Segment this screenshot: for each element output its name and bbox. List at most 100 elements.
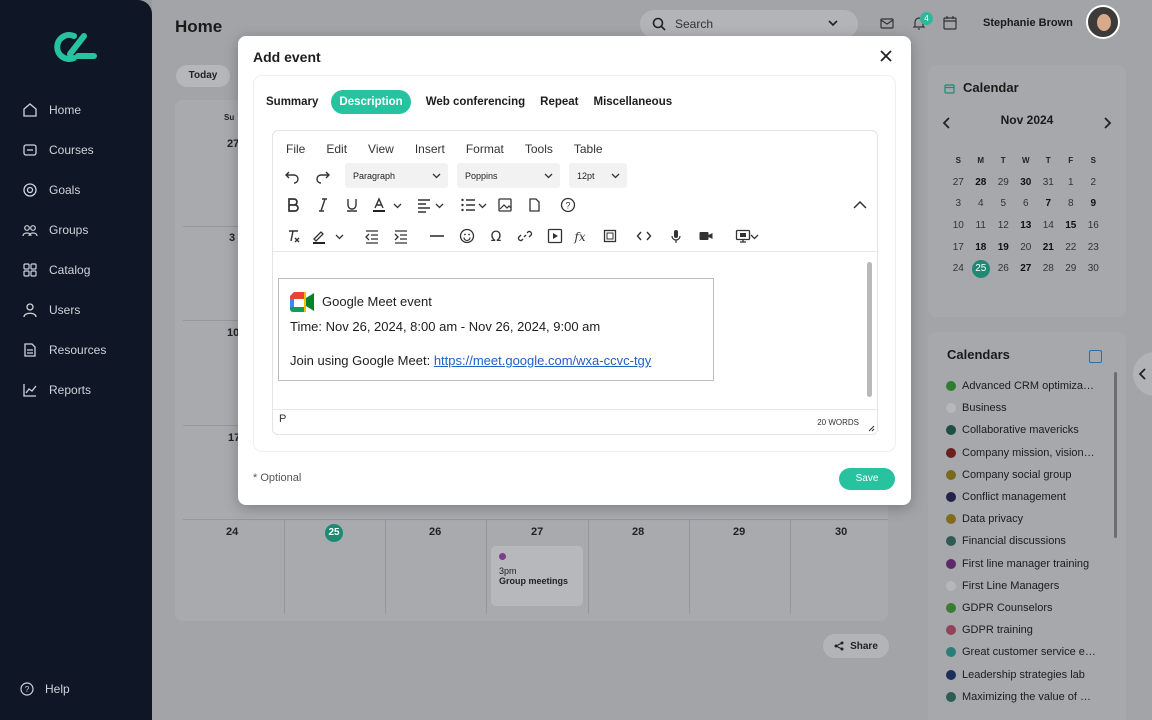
day-number[interactable]: 24 [226,526,238,538]
template-icon[interactable] [602,228,618,244]
calendar-list-item[interactable]: Great customer service e… [946,641,1111,663]
chevron-down-icon[interactable] [750,232,759,241]
mini-day[interactable]: 27 [1015,263,1038,274]
resize-handle-icon[interactable] [868,425,875,432]
bullet-list-icon[interactable] [460,197,476,213]
mini-day[interactable]: 11 [970,220,993,231]
text-color-icon[interactable] [371,197,387,213]
font-size-select[interactable]: 12pt [569,163,627,188]
mini-day[interactable]: 22 [1060,242,1083,253]
day-number[interactable]: 27 [531,526,543,538]
mini-day[interactable]: 2 [1082,177,1105,188]
tab-repeat[interactable]: Repeat [540,90,578,114]
mini-day[interactable]: 24 [947,263,970,274]
mini-day[interactable]: 3 [947,198,970,209]
calendar-list-item[interactable]: Company social group [946,464,1111,486]
menu-edit[interactable]: Edit [326,142,347,156]
sidebar-item-groups[interactable]: Groups [0,210,152,250]
bold-icon[interactable] [285,197,301,213]
video-icon[interactable] [698,228,714,244]
menu-table[interactable]: Table [574,142,603,156]
mini-day[interactable]: 1 [1060,177,1083,188]
mini-day[interactable]: 18 [970,242,993,253]
mini-day[interactable]: 10 [947,220,970,231]
calendar-list-item[interactable]: Maximizing the value of … [946,686,1111,708]
media-icon[interactable] [547,228,563,244]
mini-day[interactable]: 28 [970,177,993,188]
mini-day[interactable]: 19 [992,242,1015,253]
sidebar-item-courses[interactable]: Courses [0,130,152,170]
event-card[interactable]: 3pm Group meetings [491,546,583,606]
calendar-list-item[interactable]: Conflict management [946,486,1111,508]
day-number[interactable]: 28 [632,526,644,538]
mini-day[interactable]: 13 [1015,220,1038,231]
align-left-icon[interactable] [416,197,432,213]
calendar-list-item[interactable]: Financial discussions [946,530,1111,552]
mini-day[interactable]: 28 [1037,263,1060,274]
mini-day[interactable]: 31 [1037,177,1060,188]
editor-content[interactable]: Google Meet event Time: Nov 26, 2024, 8:… [278,278,714,381]
tab-web-conferencing[interactable]: Web conferencing [426,90,525,114]
meet-join-link[interactable]: https://meet.google.com/wxa-ccvc-tgy [434,353,651,368]
chevron-down-icon[interactable] [335,232,344,241]
close-icon[interactable] [879,49,893,63]
font-family-select[interactable]: Poppins [457,163,560,188]
save-button[interactable]: Save [839,468,895,490]
share-button[interactable]: Share [823,634,889,658]
screen-record-icon[interactable] [735,228,751,244]
italic-icon[interactable] [315,197,331,213]
menu-format[interactable]: Format [466,142,504,156]
chevron-down-icon[interactable] [827,17,839,29]
highlight-icon[interactable] [311,228,327,244]
calendar-list-item[interactable]: Company mission, vision… [946,442,1111,464]
search-input[interactable]: Search [640,10,858,38]
calendar-list-item[interactable]: GDPR Counselors [946,597,1111,619]
tab-summary[interactable]: Summary [266,90,318,114]
calendars-scrollbar[interactable] [1114,372,1117,538]
mini-day[interactable]: 5 [992,198,1015,209]
underline-icon[interactable] [344,197,360,213]
mini-day[interactable]: 23 [1082,242,1105,253]
help-icon[interactable]: ? [560,197,576,213]
user-name[interactable]: Stephanie Brown [983,17,1073,29]
chevron-down-icon[interactable] [478,201,487,210]
calendar-list-item[interactable]: First line manager training [946,553,1111,575]
calendar-list-item[interactable]: Data privacy [946,508,1111,530]
undo-icon[interactable] [284,168,300,184]
calendar-list-item[interactable]: Collaborative mavericks [946,419,1111,441]
mini-day[interactable]: 17 [947,242,970,253]
sidebar-item-reports[interactable]: Reports [0,370,152,410]
menu-view[interactable]: View [368,142,394,156]
select-all-checkbox[interactable] [1089,350,1102,363]
chevron-right-icon[interactable] [1102,117,1112,129]
mini-day[interactable]: 30 [1082,263,1105,274]
help-link[interactable]: ? Help [20,682,70,696]
mini-day[interactable]: 29 [992,177,1015,188]
calendar-list-item[interactable]: Business [946,397,1111,419]
chevron-up-icon[interactable] [852,197,868,213]
link-icon[interactable] [517,228,533,244]
calendar-list-item[interactable]: First Line Managers [946,575,1111,597]
emoji-icon[interactable] [459,228,475,244]
document-icon[interactable] [526,197,542,213]
sidebar-item-users[interactable]: Users [0,290,152,330]
mini-day[interactable]: 20 [1015,242,1038,253]
avatar[interactable] [1086,5,1120,39]
sidebar-item-home[interactable]: Home [0,90,152,130]
horizontal-rule-icon[interactable] [429,228,445,244]
mini-day[interactable]: 29 [1060,263,1083,274]
mail-icon[interactable] [879,15,895,31]
logo[interactable] [54,30,98,62]
mini-day[interactable]: 7 [1037,198,1060,209]
special-char-icon[interactable]: Ω [488,228,504,244]
outdent-icon[interactable] [364,228,380,244]
calendar-list-item[interactable]: Leadership strategies lab [946,663,1111,685]
calendar-list-item[interactable]: GDPR training [946,619,1111,641]
tab-miscellaneous[interactable]: Miscellaneous [594,90,673,114]
indent-icon[interactable] [393,228,409,244]
day-number[interactable]: 26 [429,526,441,538]
calendar-list-item[interactable]: Advanced CRM optimiza… [946,375,1111,397]
mini-day[interactable]: 9 [1082,198,1105,209]
mini-day[interactable]: 30 [1015,177,1038,188]
mini-day[interactable]: 16 [1082,220,1105,231]
